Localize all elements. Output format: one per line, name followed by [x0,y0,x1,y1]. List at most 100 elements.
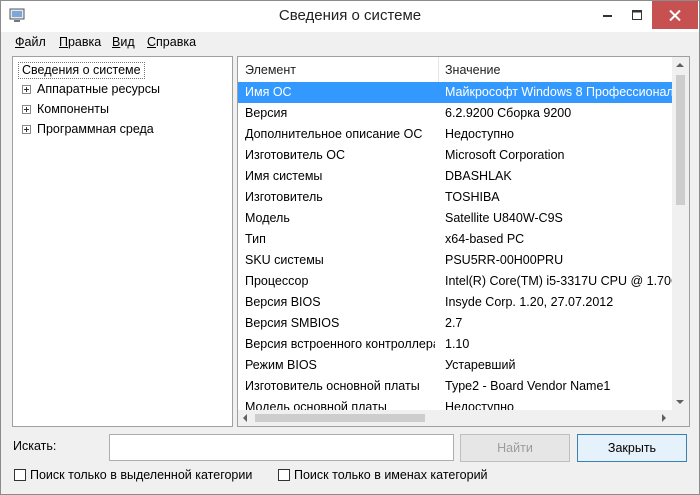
row-item-value: Майкрософт Windows 8 Профессиональная [445,85,672,99]
scrollbar-corner [672,410,689,426]
table-row[interactable]: Процессор Intel(R) Core(TM) i5-3317U CPU … [238,271,672,292]
table-row[interactable]: Имя ОС Майкрософт Windows 8 Профессиональ… [238,82,672,103]
row-item-value: TOSHIBA [445,190,500,204]
search-label: Искать: [13,439,57,453]
scroll-left-icon[interactable] [243,414,247,422]
table-row[interactable]: Дополнительное описание ОС Недоступно [238,124,672,145]
column-header-item[interactable]: Элемент [245,63,296,77]
row-item-name: Изготовитель основной платы [245,379,420,393]
table-row[interactable]: Изготовитель ОС Microsoft Corporation [238,145,672,166]
menu-help-label: правка [156,35,197,49]
search-category-names-option[interactable]: Поиск только в именах категорий [278,467,488,483]
tree-item-label: Аппаратные ресурсы [37,82,160,96]
close-icon [669,9,681,21]
row-item-value: 6.2.9200 Сборка 9200 [445,106,572,120]
row-item-name: Версия BIOS [245,295,321,309]
vertical-scrollbar[interactable] [672,57,689,410]
close-button[interactable]: Закрыть [577,434,687,462]
search-selected-category-label: Поиск только в выделенной категории [30,468,253,482]
row-item-value: 2.7 [445,316,463,330]
menu-edit-label: равка [67,35,102,49]
row-item-name: Имя системы [245,169,323,183]
table-row[interactable]: Версия 6.2.9200 Сборка 9200 [238,103,672,124]
minimize-icon [603,15,612,17]
search-selected-category-checkbox[interactable] [14,469,26,481]
row-item-name: Режим BIOS [245,358,317,372]
row-item-value: 1.10 [445,337,470,351]
row-item-name: Изготовитель ОС [245,148,345,162]
category-tree[interactable]: Сведения о системе Аппаратные ресурсы Ко… [12,56,233,427]
close-window-button[interactable] [652,1,698,29]
search-input[interactable] [109,434,454,461]
column-header-value[interactable]: Значение [445,63,500,77]
menu-edit-accel: П [59,35,68,49]
list-header: Элемент Значение [238,57,672,83]
row-item-name: Модель [245,211,290,225]
list-rows: Имя ОС Майкрософт Windows 8 Профессиональ… [238,82,672,412]
expand-plus-icon[interactable] [22,104,31,114]
row-item-name: Тип [245,232,266,246]
row-item-value: DBASHLAK [445,169,512,183]
minimize-button[interactable] [593,1,623,29]
system-info-window: Сведения о системе Файл Правка Вид Справ… [0,0,700,495]
row-item-name: Имя ОС [245,85,292,99]
find-button[interactable]: Найти [460,434,570,462]
details-list[interactable]: Элемент Значение Имя ОС Майкрософт Window… [237,56,690,427]
menu-file-label: айл [24,35,46,49]
scroll-down-icon[interactable] [676,400,684,404]
search-selected-category-option[interactable]: Поиск только в выделенной категории [14,467,252,483]
table-row[interactable]: Имя системы DBASHLAK [238,166,672,187]
row-item-name: Процессор [245,274,309,288]
row-item-value: Устаревший [445,358,516,372]
horizontal-scroll-thumb[interactable] [255,414,425,422]
horizontal-scrollbar[interactable] [238,410,672,426]
row-item-name: SKU системы [245,253,324,267]
row-item-name: Версия SMBIOS [245,316,340,330]
table-row[interactable]: Изготовитель основной платы Type2 - Board… [238,376,672,397]
table-row[interactable]: Изготовитель TOSHIBA [238,187,672,208]
menu-bar: Файл Правка Вид Справка [1,32,699,53]
row-item-name: Версия встроенного контроллера [245,337,435,351]
maximize-icon [632,10,642,20]
row-item-value: Insyde Corp. 1.20, 27.07.2012 [445,295,614,309]
scroll-up-icon[interactable] [676,63,684,67]
expand-plus-icon[interactable] [22,84,31,94]
table-row[interactable]: Версия SMBIOS 2.7 [238,313,672,334]
row-item-name: Версия [245,106,288,120]
row-item-value: Microsoft Corporation [445,148,565,162]
menu-help-accel: С [147,35,157,49]
maximize-button[interactable] [623,1,651,29]
menu-view-label: ид [120,35,135,49]
menu-file[interactable]: Файл [15,35,46,49]
vertical-scroll-thumb[interactable] [676,75,685,205]
tree-item-hardware-resources[interactable]: Аппаратные ресурсы [22,81,160,97]
expand-plus-icon[interactable] [22,124,31,134]
menu-view[interactable]: Вид [112,35,135,49]
title-bar[interactable]: Сведения о системе [1,1,699,32]
tree-item-components[interactable]: Компоненты [22,101,109,117]
row-item-value: Недоступно [445,127,514,141]
column-divider[interactable] [438,57,439,82]
menu-help[interactable]: Справка [147,35,196,49]
row-item-value: Satellite U840W-C9S [445,211,563,225]
row-item-value: Type2 - Board Vendor Name1 [445,379,611,393]
table-row[interactable]: Режим BIOS Устаревший [238,355,672,376]
scroll-right-icon[interactable] [662,414,666,422]
tree-item-label: Компоненты [37,102,110,116]
search-category-names-label: Поиск только в именах категорий [294,468,488,482]
row-item-name: Дополнительное описание ОС [245,127,423,141]
menu-edit[interactable]: Правка [59,35,101,49]
tree-item-label: Программная среда [37,122,154,136]
search-category-names-checkbox[interactable] [278,469,290,481]
table-row[interactable]: Тип x64-based PC [238,229,672,250]
table-row[interactable]: Модель Satellite U840W-C9S [238,208,672,229]
row-item-value: x64-based PC [445,232,525,246]
tree-item-software-environment[interactable]: Программная среда [22,121,154,137]
row-item-name: Изготовитель [245,190,323,204]
table-row[interactable]: Версия BIOS Insyde Corp. 1.20, 27.07.2012 [238,292,672,313]
table-row[interactable]: Версия встроенного контроллера 1.10 [238,334,672,355]
tree-item-system-summary[interactable]: Сведения о системе [18,62,145,79]
table-row[interactable]: SKU системы PSU5RR-00H00PRU [238,250,672,271]
menu-file-accel: Ф [15,35,25,49]
row-item-value: Intel(R) Core(TM) i5-3317U CPU @ 1.70GHz [445,274,672,288]
